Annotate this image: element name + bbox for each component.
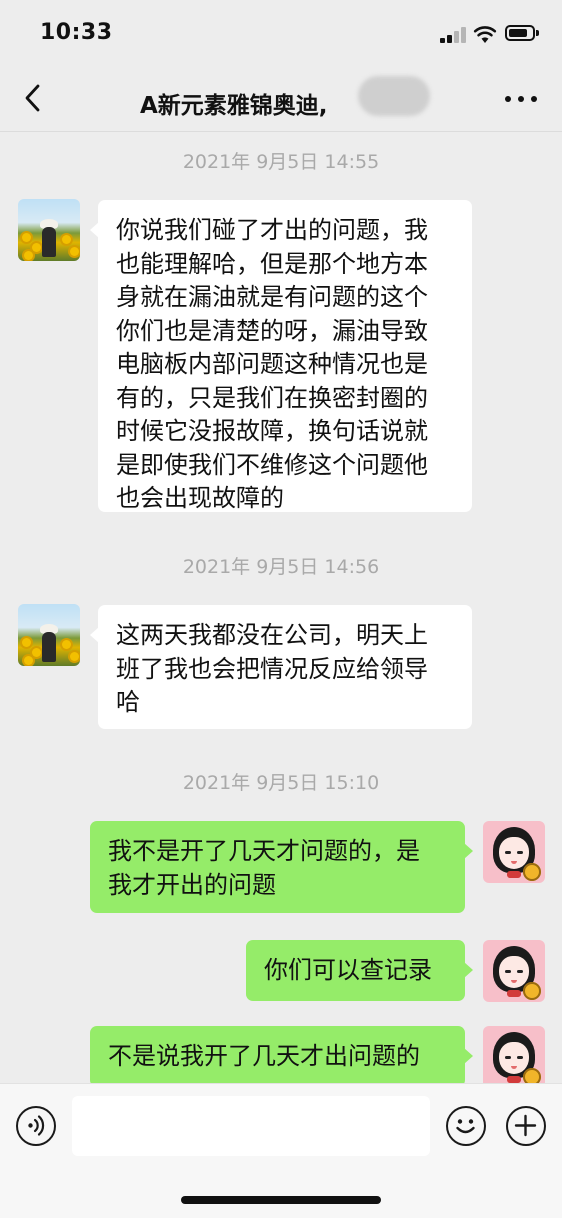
chevron-left-icon[interactable] — [20, 82, 46, 114]
signal-icon — [440, 27, 468, 43]
more-dots-icon[interactable] — [505, 96, 537, 102]
sent-message-bubble[interactable]: 不是说我开了几天才出问题的 — [90, 1026, 473, 1087]
message-line: 你们可以查记录 — [264, 956, 432, 984]
message-line: 班了我也会把情况反应给领导 — [116, 654, 428, 683]
battery-icon — [505, 25, 539, 41]
message-line: 你说我们碰了才出的问题，我 — [116, 216, 428, 244]
chat-header: A新元素雅锦奥迪, — [0, 66, 562, 132]
message-line: 我才开出的问题 — [108, 870, 276, 899]
message-line: 也能理解哈，但是那个地方本 — [116, 249, 428, 278]
message-line: 哈 — [116, 688, 140, 716]
message-line: 时候它没报故障，换句话说就 — [116, 417, 428, 445]
status-time: 10:33 — [40, 20, 113, 45]
voice-icon[interactable] — [16, 1106, 56, 1146]
timestamp: 2021年 9月5日 15:10 — [182, 772, 380, 794]
message-line: 有的，只是我们在换密封圈的 — [116, 383, 428, 412]
message-line: 我不是开了几天才问题的，是 — [108, 837, 420, 865]
sunflower-avatar[interactable] — [18, 604, 80, 666]
message-line: 是即使我们不维修这个问题他 — [116, 450, 428, 479]
cartoon-girl-avatar[interactable] — [483, 821, 545, 883]
redacted-name-blur — [358, 76, 430, 116]
message-line: 不是说我开了几天才出问题的 — [108, 1042, 420, 1070]
sent-message-bubble[interactable]: 你们可以查记录 — [246, 940, 473, 1001]
received-message-bubble[interactable]: 这两天我都没在公司，明天上 班了我也会把情况反应给领导 哈 — [90, 605, 472, 729]
message-input[interactable] — [72, 1096, 430, 1156]
home-indicator[interactable] — [181, 1196, 381, 1204]
cartoon-girl-avatar[interactable] — [483, 1026, 545, 1088]
timestamp: 2021年 9月5日 14:55 — [182, 151, 380, 173]
message-line: 电脑板内部问题这种情况也是 — [116, 350, 428, 378]
message-line: 你们也是清楚的呀，漏油导致 — [116, 316, 428, 345]
wifi-icon — [473, 26, 497, 43]
sunflower-avatar[interactable] — [18, 199, 80, 261]
sent-message-bubble[interactable]: 我不是开了几天才问题的，是 我才开出的问题 — [90, 821, 473, 913]
cartoon-girl-avatar[interactable] — [483, 940, 545, 1002]
plus-icon[interactable] — [506, 1106, 546, 1146]
received-message-bubble[interactable]: 你说我们碰了才出的问题，我 也能理解哈，但是那个地方本 身就在漏油就是有问题的这… — [90, 200, 472, 512]
message-line: 这两天我都没在公司，明天上 — [116, 621, 428, 649]
chat-screen: 10:33 A新元素雅锦奥迪, 2021年 9月5日 14:55 你说我们碰了才… — [0, 0, 562, 1218]
chat-title: A新元素雅锦奥迪, — [140, 93, 328, 119]
emoji-icon[interactable] — [446, 1106, 486, 1146]
message-line: 也会出现故障的 — [116, 484, 284, 512]
timestamp: 2021年 9月5日 14:56 — [182, 556, 380, 578]
status-bar: 10:33 — [0, 0, 562, 66]
message-line: 身就在漏油就是有问题的这个 — [116, 283, 428, 311]
